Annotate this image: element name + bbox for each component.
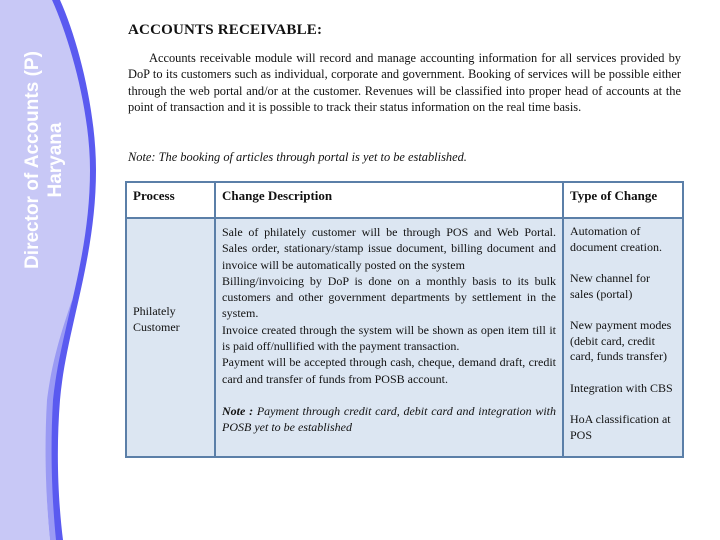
- header-type-of-change: Type of Change: [562, 181, 684, 219]
- page-heading: ACCOUNTS RECEIVABLE:: [128, 22, 323, 38]
- portal-note: Note: The booking of articles through po…: [128, 150, 467, 164]
- type-item: New channel for sales (portal): [570, 271, 650, 301]
- description-note: Note : Payment through credit card, debi…: [222, 403, 556, 436]
- type-item: New payment modes (debit card, credit ca…: [570, 318, 672, 363]
- intro-paragraph: Accounts receivable module will record a…: [128, 51, 681, 115]
- process-cell: Philately Customer: [125, 217, 216, 458]
- sidebar-title-line1: Director of Accounts (P): [22, 51, 43, 269]
- header-process: Process: [125, 181, 216, 219]
- table-row: Philately Customer Sale of philately cus…: [125, 217, 684, 458]
- description-note-label: Note :: [222, 403, 254, 418]
- change-table: Process Change Description Type of Chang…: [125, 181, 684, 458]
- description-line: Invoice created through the system will …: [222, 322, 556, 354]
- type-item: Automation of document creation.: [570, 224, 662, 254]
- description-line: Billing/invoicing by DoP is done on a mo…: [222, 273, 556, 321]
- description-note-text: Payment through credit card, debit card …: [222, 403, 557, 435]
- sidebar-title: Director of Accounts (P) Haryana: [0, 0, 110, 320]
- description-line: Sale of philately customer will be throu…: [222, 225, 556, 272]
- table-header-row: Process Change Description Type of Chang…: [125, 181, 684, 219]
- sidebar-band: Director of Accounts (P) Haryana: [0, 0, 110, 540]
- description-line: Payment will be accepted through cash, c…: [222, 355, 556, 386]
- type-of-change-cell: Automation of document creation. New cha…: [562, 217, 684, 458]
- header-change-description: Change Description: [214, 181, 564, 219]
- type-item: Integration with CBS: [570, 380, 673, 395]
- sidebar-title-line2: Haryana: [45, 122, 66, 198]
- type-item: HoA classification at POS: [570, 412, 671, 442]
- description-cell: Sale of philately customer will be throu…: [214, 217, 564, 458]
